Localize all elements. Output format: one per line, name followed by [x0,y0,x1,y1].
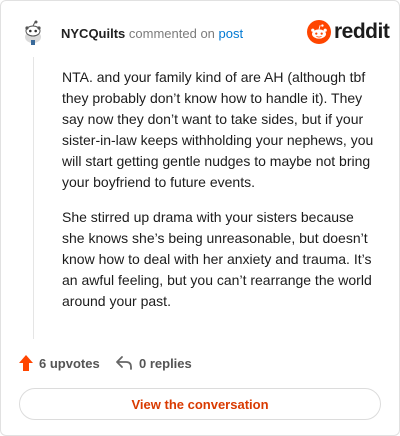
comment-actions: 6 upvotes 0 replies [19,353,379,373]
comment-paragraph: NTA. and your family kind of are AH (alt… [62,69,374,190]
avatar[interactable] [19,19,47,47]
post-link[interactable]: post [219,26,244,41]
comment-header: NYCQuilts commented on post reddit [19,18,390,48]
username-link[interactable]: NYCQuilts [61,26,125,41]
upvotes-label: 6 upvotes [39,355,100,371]
comment-body: NTA. and your family kind of are AH (alt… [62,67,380,326]
reply-arrow-icon [116,356,132,370]
commented-on-text: commented on [128,26,215,41]
upvote-arrow-icon [19,355,33,371]
reddit-snoo-icon [307,20,331,44]
comment-paragraph: She stirred up drama with your sisters b… [62,209,372,309]
replies-label: 0 replies [139,355,192,371]
reddit-wordmark: reddit [334,20,390,43]
upvotes-button[interactable]: 6 upvotes [19,353,100,373]
comment-meta: NYCQuilts commented on post [61,26,243,41]
thread-line [33,57,34,339]
snoo-avatar-icon [19,19,47,47]
reddit-logo[interactable]: reddit [307,18,390,48]
comment-card: NYCQuilts commented on post reddit NTA. … [0,0,400,436]
replies-button[interactable]: 0 replies [115,353,192,373]
view-conversation-button[interactable]: View the conversation [19,388,381,420]
